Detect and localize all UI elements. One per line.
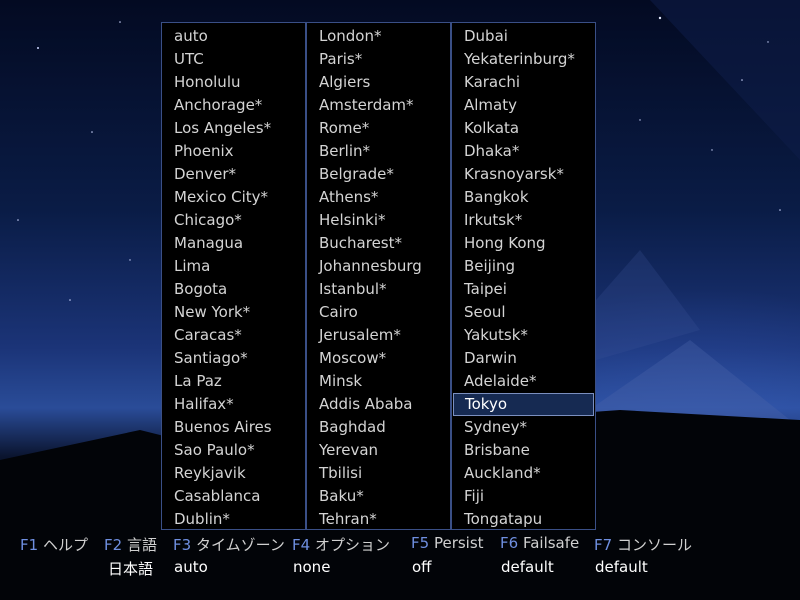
timezone-option[interactable]: Algiers	[307, 71, 450, 94]
f5-key-label: F5	[411, 534, 430, 552]
f4-options-key[interactable]: F4 オプション	[292, 534, 390, 555]
f5-persist-key[interactable]: F5 Persist	[411, 534, 484, 552]
timezone-option[interactable]: Athens*	[307, 186, 450, 209]
timezone-option[interactable]: La Paz	[162, 370, 305, 393]
timezone-option[interactable]: Baku*	[307, 485, 450, 508]
timezone-option[interactable]: Almaty	[452, 94, 595, 117]
f1-key-label: F1	[20, 536, 39, 554]
timezone-option[interactable]: Addis Ababa	[307, 393, 450, 416]
timezone-option[interactable]: Santiago*	[162, 347, 305, 370]
timezone-option[interactable]: Fiji	[452, 485, 595, 508]
language-label: 言語	[126, 536, 157, 554]
timezone-option[interactable]: Jerusalem*	[307, 324, 450, 347]
console-value: default	[595, 558, 648, 576]
timezone-option[interactable]: Casablanca	[162, 485, 305, 508]
timezone-option[interactable]: Phoenix	[162, 140, 305, 163]
f6-failsafe-key[interactable]: F6 Failsafe	[500, 534, 579, 552]
timezone-option[interactable]: Tehran*	[307, 508, 450, 531]
timezone-option[interactable]: Bucharest*	[307, 232, 450, 255]
persist-value: off	[412, 558, 432, 576]
timezone-option[interactable]: Brisbane	[452, 439, 595, 462]
help-label: ヘルプ	[42, 536, 88, 554]
timezone-option[interactable]: Hong Kong	[452, 232, 595, 255]
timezone-option[interactable]: Dublin*	[162, 508, 305, 531]
options-label: オプション	[314, 536, 390, 554]
timezone-option[interactable]: Yerevan	[307, 439, 450, 462]
timezone-option[interactable]: Adelaide*	[452, 370, 595, 393]
f1-help-key[interactable]: F1 ヘルプ	[20, 534, 88, 555]
timezone-option[interactable]: Moscow*	[307, 347, 450, 370]
timezone-option[interactable]: auto	[162, 25, 305, 48]
timezone-option[interactable]: Bangkok	[452, 186, 595, 209]
failsafe-label: Failsafe	[522, 534, 580, 552]
timezone-option[interactable]: New York*	[162, 301, 305, 324]
timezone-option[interactable]: Berlin*	[307, 140, 450, 163]
timezone-option-selected[interactable]: Tokyo	[453, 393, 594, 416]
timezone-option[interactable]: Istanbul*	[307, 278, 450, 301]
timezone-column-3: Dubai Yekaterinburg* Karachi Almaty Kolkata D…	[451, 22, 596, 530]
timezone-option[interactable]: Los Angeles*	[162, 117, 305, 140]
timezone-option[interactable]: Kolkata	[452, 117, 595, 140]
timezone-option[interactable]: Mexico City*	[162, 186, 305, 209]
timezone-option[interactable]: Denver*	[162, 163, 305, 186]
f7-console-key[interactable]: F7 コンソール	[594, 534, 692, 555]
timezone-option[interactable]: Taipei	[452, 278, 595, 301]
timezone-option[interactable]: Amsterdam*	[307, 94, 450, 117]
timezone-option[interactable]: Yakutsk*	[452, 324, 595, 347]
language-value: 日本語	[108, 560, 154, 578]
options-value: none	[293, 558, 331, 576]
timezone-option[interactable]: Lima	[162, 255, 305, 278]
timezone-option[interactable]: Caracas*	[162, 324, 305, 347]
timezone-option[interactable]: Sao Paulo*	[162, 439, 305, 462]
f2-language-key[interactable]: F2 言語	[104, 534, 157, 555]
timezone-option[interactable]: Helsinki*	[307, 209, 450, 232]
timezone-option[interactable]: Karachi	[452, 71, 595, 94]
f2-key-label: F2	[104, 536, 123, 554]
timezone-option[interactable]: Paris*	[307, 48, 450, 71]
timezone-option[interactable]: Cairo	[307, 301, 450, 324]
timezone-option[interactable]: Sydney*	[452, 416, 595, 439]
failsafe-value: default	[501, 558, 554, 576]
persist-label: Persist	[433, 534, 484, 552]
timezone-option[interactable]: Halifax*	[162, 393, 305, 416]
function-key-bar: F1 ヘルプ F2 言語 F3 タイムゾーン F4 オプション F5 Persi…	[0, 534, 800, 594]
timezone-option[interactable]: London*	[307, 25, 450, 48]
timezone-option[interactable]: Irkutsk*	[452, 209, 595, 232]
timezone-option[interactable]: Auckland*	[452, 462, 595, 485]
timezone-option[interactable]: Reykjavik	[162, 462, 305, 485]
timezone-option[interactable]: Tongatapu	[452, 508, 595, 531]
timezone-column-2: London* Paris* Algiers Amsterdam* Rome* Berli…	[306, 22, 451, 530]
timezone-option[interactable]: Anchorage*	[162, 94, 305, 117]
timezone-option[interactable]: Honolulu	[162, 71, 305, 94]
timezone-option[interactable]: Bogota	[162, 278, 305, 301]
timezone-option[interactable]: Darwin	[452, 347, 595, 370]
timezone-option[interactable]: Dubai	[452, 25, 595, 48]
timezone-option[interactable]: Johannesburg	[307, 255, 450, 278]
timezone-option[interactable]: Managua	[162, 232, 305, 255]
timezone-option[interactable]: Dhaka*	[452, 140, 595, 163]
timezone-option[interactable]: UTC	[162, 48, 305, 71]
timezone-option[interactable]: Belgrade*	[307, 163, 450, 186]
f3-key-label: F3	[173, 536, 192, 554]
f7-key-label: F7	[594, 536, 613, 554]
timezone-option[interactable]: Tbilisi	[307, 462, 450, 485]
timezone-option[interactable]: Minsk	[307, 370, 450, 393]
timezone-column-1: auto UTC Honolulu Anchorage* Los Angeles* Pho…	[161, 22, 306, 530]
f3-timezone-key[interactable]: F3 タイムゾーン	[173, 534, 285, 555]
timezone-option[interactable]: Buenos Aires	[162, 416, 305, 439]
timezone-value: auto	[174, 558, 208, 576]
f6-key-label: F6	[500, 534, 519, 552]
timezone-option[interactable]: Rome*	[307, 117, 450, 140]
timezone-label: タイムゾーン	[195, 536, 285, 554]
timezone-option[interactable]: Yekaterinburg*	[452, 48, 595, 71]
timezone-option[interactable]: Seoul	[452, 301, 595, 324]
timezone-option[interactable]: Chicago*	[162, 209, 305, 232]
timezone-option[interactable]: Beijing	[452, 255, 595, 278]
timezone-option[interactable]: Baghdad	[307, 416, 450, 439]
timezone-option[interactable]: Krasnoyarsk*	[452, 163, 595, 186]
console-label: コンソール	[616, 536, 692, 554]
f4-key-label: F4	[292, 536, 311, 554]
